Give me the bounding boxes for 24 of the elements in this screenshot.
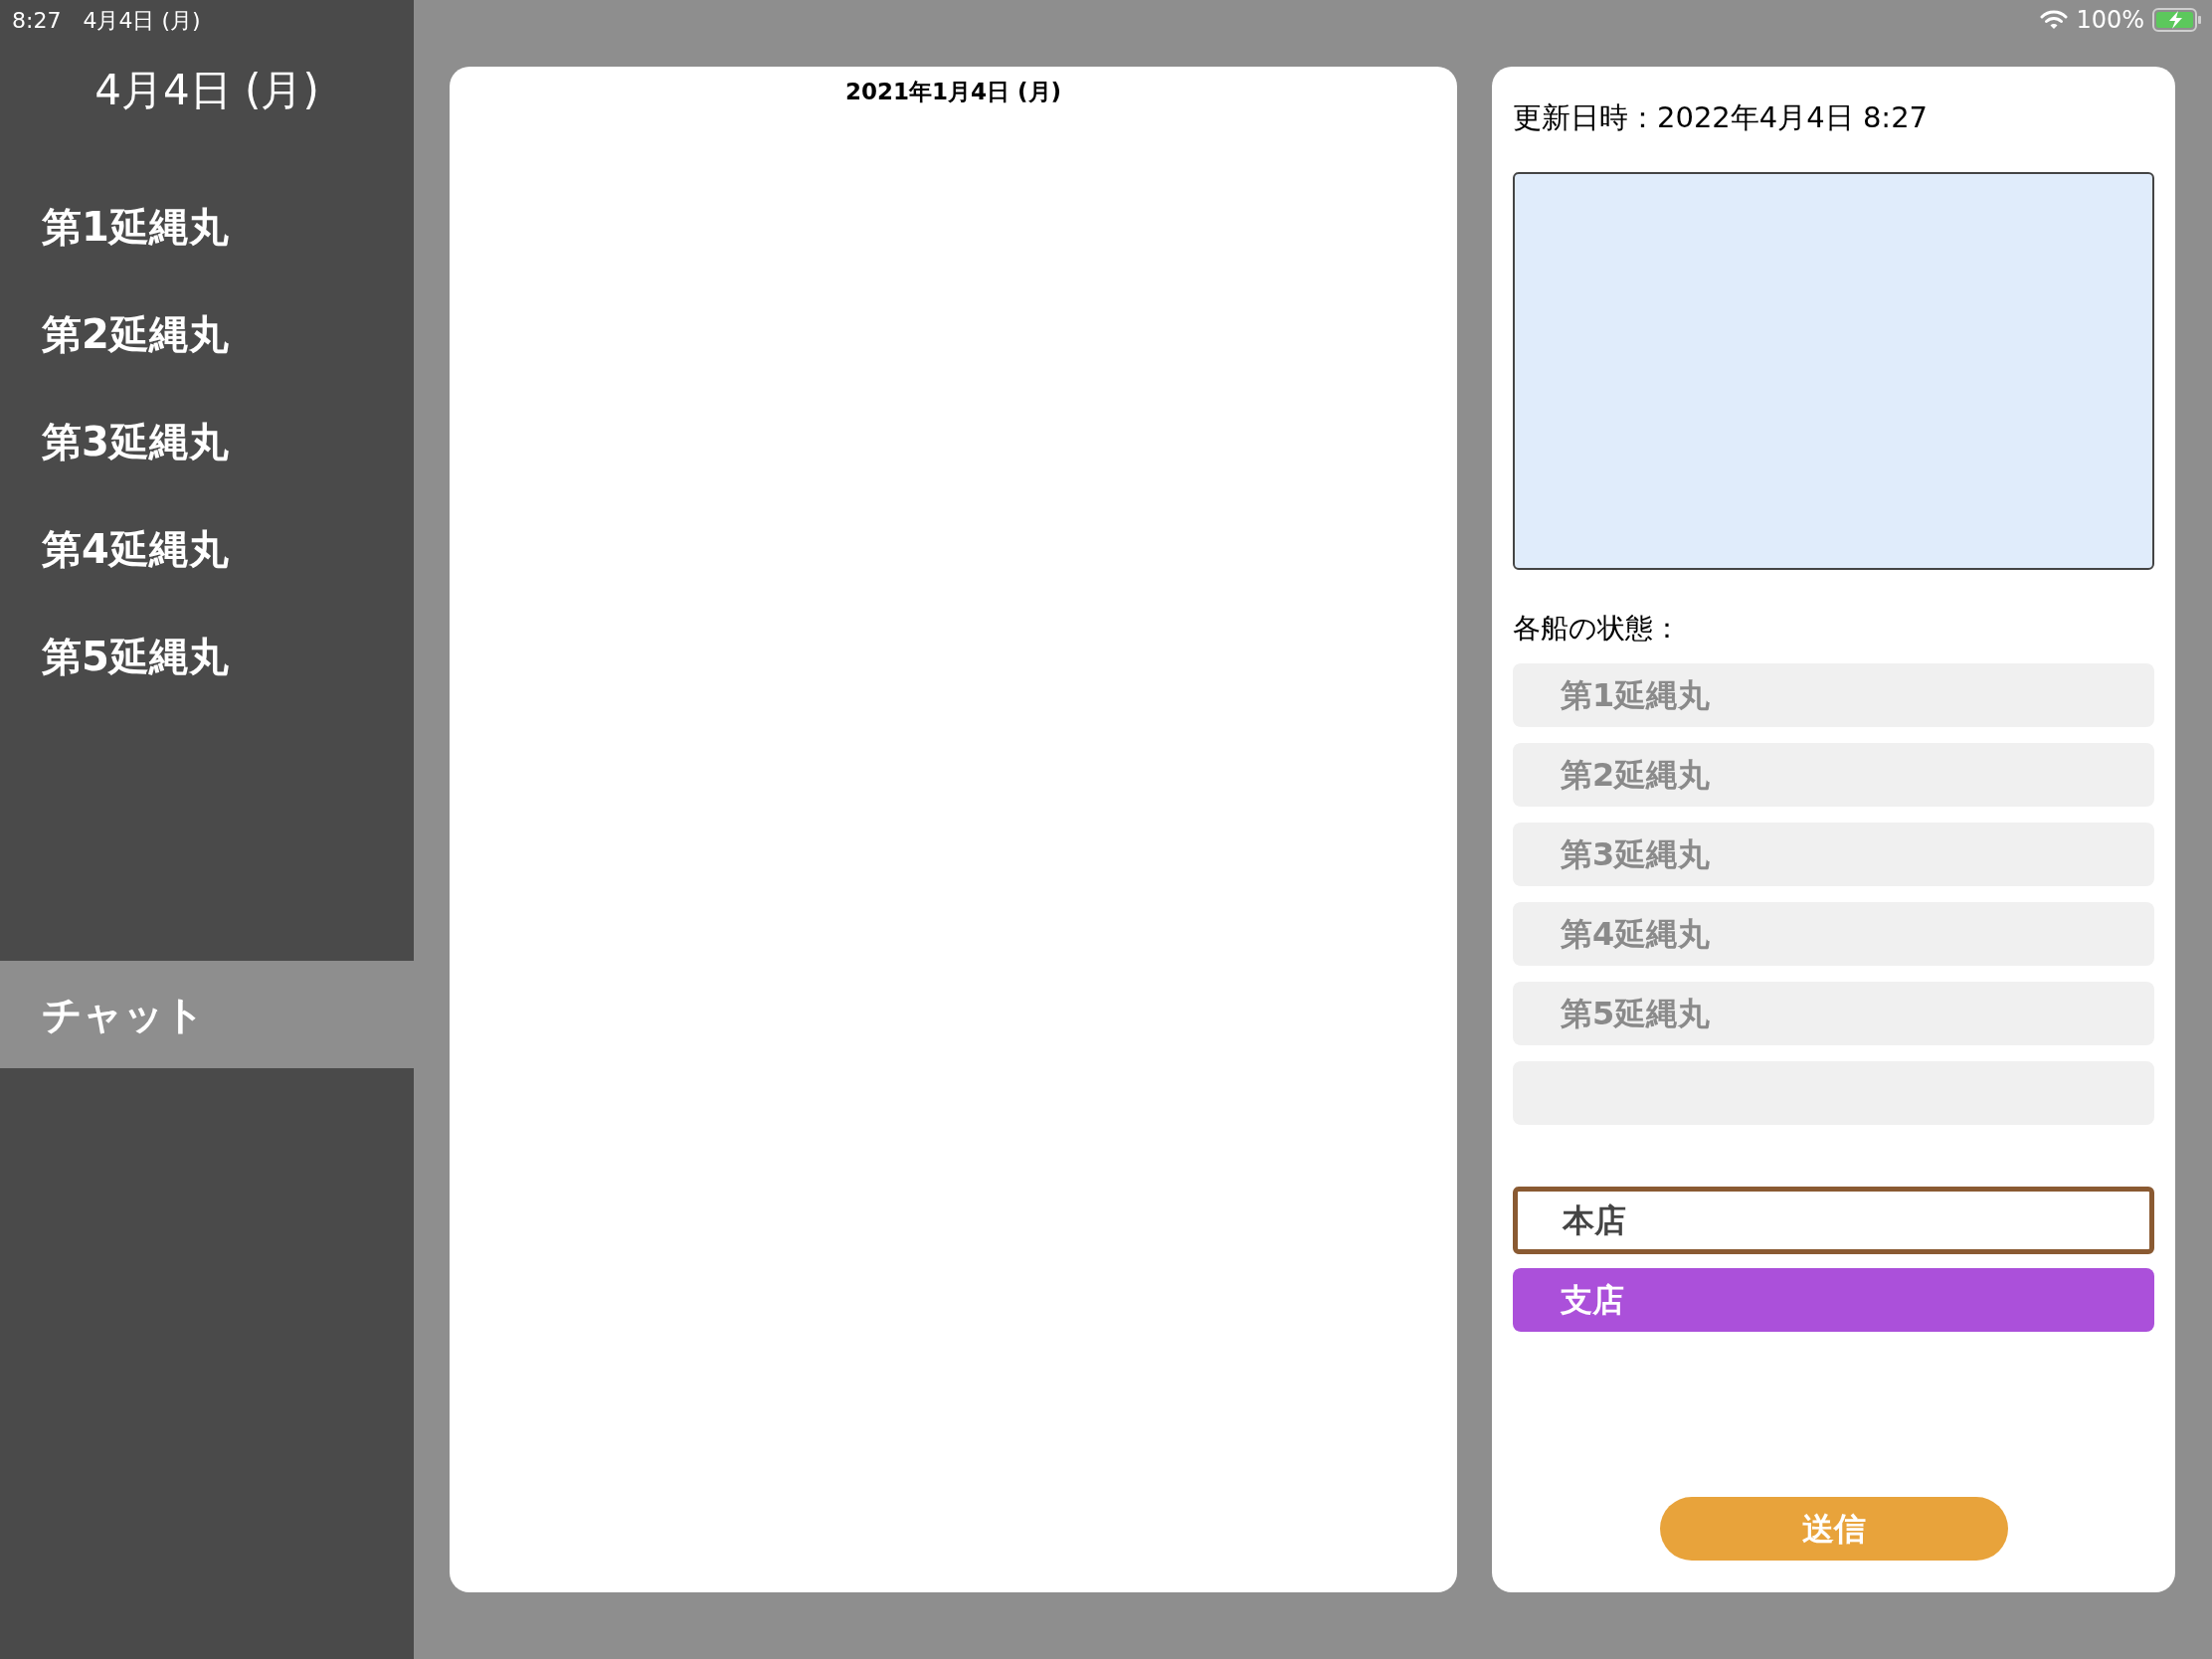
ship-status-row[interactable]: 第4延縄丸 bbox=[1513, 901, 2154, 966]
status-date: 4月4日 (月) bbox=[83, 6, 201, 35]
ship-status-row[interactable]: 第1延縄丸 bbox=[1513, 662, 2154, 727]
chat-date: 2021年1月4日 (月) bbox=[844, 78, 1062, 106]
sidebar-item[interactable]: チャット bbox=[0, 961, 414, 1068]
branch-option[interactable]: 本店 bbox=[1513, 1186, 2154, 1254]
send-button[interactable]: 送信 bbox=[1659, 1497, 2008, 1561]
ship-status-row[interactable]: 第5延縄丸 bbox=[1513, 981, 2154, 1045]
sidebar-item[interactable]: 第1延縄丸 bbox=[0, 173, 414, 280]
sidebar-date: 4月4日 (月) bbox=[94, 64, 319, 116]
sidebar-item[interactable]: 第3延縄丸 bbox=[0, 388, 414, 495]
sidebar-item[interactable]: 第2延縄丸 bbox=[0, 280, 414, 388]
wifi-icon bbox=[2040, 9, 2069, 31]
status-label: 各船の状態： bbox=[1513, 610, 1682, 646]
battery-percent: 100% bbox=[2076, 5, 2144, 36]
status-time: 8:27 bbox=[12, 6, 62, 35]
ship-status-row[interactable]: 第3延縄丸 bbox=[1513, 822, 2154, 886]
sidebar-item[interactable]: 第4延縄丸 bbox=[0, 495, 414, 603]
updated-timestamp: 更新日時：2022年4月4日 8:27 bbox=[1513, 99, 1930, 136]
sidebar-item[interactable]: 第5延縄丸 bbox=[0, 603, 414, 710]
message-input[interactable] bbox=[1513, 171, 2154, 570]
ship-status-row[interactable]: 第2延縄丸 bbox=[1513, 742, 2154, 807]
battery-charging-icon bbox=[2152, 8, 2202, 32]
branch-option[interactable]: 支店 bbox=[1513, 1267, 2154, 1332]
